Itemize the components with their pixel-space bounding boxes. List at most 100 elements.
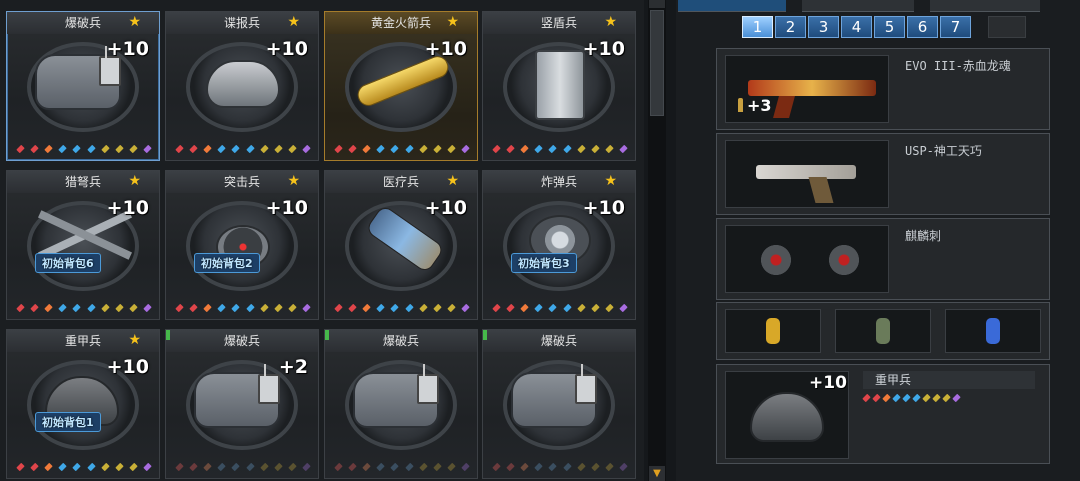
gem-icon <box>86 462 96 472</box>
class-card[interactable]: 爆破兵 <box>324 329 478 479</box>
scroll-up-button[interactable] <box>649 0 665 8</box>
gem-icon <box>520 144 529 154</box>
gem-icon <box>115 144 124 154</box>
gem-icon <box>58 462 68 472</box>
class-card-title: 爆破兵 <box>483 330 635 352</box>
gem-icon <box>492 144 501 154</box>
gem-row <box>175 462 311 472</box>
tab-loadout[interactable] <box>678 0 786 12</box>
page-button[interactable]: 4 <box>841 16 872 38</box>
gem-icon <box>100 303 110 313</box>
star-icon: ★ <box>128 332 141 348</box>
class-grid: 爆破兵 ★ +10 谍报兵 ★ +10 黄金火箭兵 ★ +10 竖盾兵 ★ +10 猎弩兵 ★ +10 初始背… <box>0 0 644 481</box>
gem-icon <box>288 303 297 313</box>
page-button[interactable]: 3 <box>808 16 839 38</box>
class-card[interactable]: 竖盾兵 ★ +10 <box>482 11 636 161</box>
gem-icon <box>203 462 212 472</box>
melee-weapon-slot[interactable]: 麒麟刺 <box>716 218 1050 300</box>
upgrade-level: +10 <box>265 197 308 219</box>
star-icon: ★ <box>128 173 141 189</box>
secondary-weapon-name: USP-神工天巧 <box>905 144 982 158</box>
gem-icon <box>942 393 951 403</box>
gem-icon <box>619 462 628 472</box>
gem-icon <box>259 144 269 154</box>
new-flag <box>166 330 170 340</box>
class-card[interactable]: 突击兵 ★ +10 初始背包2 <box>165 170 319 320</box>
starter-pack-badge: 初始背包3 <box>511 253 577 273</box>
gem-icon <box>143 144 152 154</box>
primary-weapon-slot[interactable]: +3 EVO III-赤血龙魂 <box>716 48 1050 130</box>
gem-icon <box>404 303 414 313</box>
new-flag <box>325 330 329 340</box>
gem-icon <box>591 462 600 472</box>
gem-icon <box>30 462 39 472</box>
gem-icon <box>548 144 558 154</box>
class-card[interactable]: 炸弹兵 ★ +10 初始背包3 <box>482 170 636 320</box>
gem-icon <box>433 144 442 154</box>
tab-weapons[interactable] <box>802 0 914 12</box>
class-card[interactable]: 爆破兵 <box>482 329 636 479</box>
gem-icon <box>418 462 428 472</box>
gem-icon <box>433 303 442 313</box>
gem-icon <box>619 303 628 313</box>
scroll-down-button[interactable]: ▼ <box>649 466 665 481</box>
gem-icon <box>175 462 184 472</box>
gem-icon <box>129 303 138 313</box>
page-arrows[interactable] <box>988 16 1026 38</box>
page-button[interactable]: 7 <box>940 16 971 38</box>
star-icon: ★ <box>604 14 617 30</box>
gem-icon <box>72 303 82 313</box>
class-card[interactable]: 爆破兵 +2 <box>165 329 319 479</box>
radio-icon <box>575 364 597 404</box>
class-card[interactable]: 重甲兵 ★ +10 初始背包1 <box>6 329 160 479</box>
gem-icon <box>576 303 586 313</box>
tab-settings[interactable] <box>930 0 1040 12</box>
gem-icon <box>362 144 371 154</box>
gem-icon <box>433 462 442 472</box>
gem-icon <box>259 303 269 313</box>
gem-icon <box>404 144 414 154</box>
gem-row <box>175 144 311 154</box>
class-card[interactable]: 谍报兵 ★ +10 <box>165 11 319 161</box>
throwable-slot-2[interactable] <box>835 309 931 353</box>
class-card[interactable]: 黄金火箭兵 ★ +10 <box>324 11 478 161</box>
gem-icon <box>217 303 227 313</box>
gem-icon <box>231 144 241 154</box>
gem-icon <box>72 462 82 472</box>
throwable-slot-1[interactable] <box>725 309 821 353</box>
gem-icon <box>100 462 110 472</box>
gem-icon <box>447 144 456 154</box>
throwables-slot <box>716 302 1050 360</box>
gem-row <box>16 303 152 313</box>
gem-icon <box>217 144 227 154</box>
gem-icon <box>376 462 386 472</box>
upgrade-level: +10 <box>106 197 149 219</box>
gem-icon <box>591 144 600 154</box>
gem-icon <box>892 393 901 403</box>
page-button[interactable]: 2 <box>775 16 806 38</box>
gem-icon <box>245 303 255 313</box>
secondary-weapon-slot[interactable]: USP-神工天巧 <box>716 133 1050 215</box>
page-button[interactable]: 5 <box>874 16 905 38</box>
upgrade-level: +10 <box>582 38 625 60</box>
game-window: 爆破兵 ★ +10 谍报兵 ★ +10 黄金火箭兵 ★ +10 竖盾兵 ★ +10 猎弩兵 ★ +10 初始背… <box>0 0 1080 481</box>
gem-icon <box>376 303 386 313</box>
gem-icon <box>932 393 941 403</box>
scroll-thumb[interactable] <box>650 10 664 116</box>
star-icon: ★ <box>287 173 300 189</box>
grid-scrollbar[interactable]: ▼ <box>648 0 666 481</box>
throwable-slot-3[interactable] <box>945 309 1041 353</box>
class-card[interactable]: 猎弩兵 ★ +10 初始背包6 <box>6 170 160 320</box>
character-class-slot[interactable]: +10 重甲兵 <box>716 364 1050 464</box>
class-card[interactable]: 爆破兵 ★ +10 <box>6 11 160 161</box>
gem-icon <box>16 144 25 154</box>
gem-icon <box>506 144 515 154</box>
upgrade-level: +10 <box>106 38 149 60</box>
gem-icon <box>129 462 138 472</box>
gem-icon <box>44 462 53 472</box>
gem-icon <box>872 393 881 403</box>
page-button[interactable]: 6 <box>907 16 938 38</box>
class-card[interactable]: 医疗兵 ★ +10 <box>324 170 478 320</box>
gem-icon <box>404 462 414 472</box>
page-button[interactable]: 1 <box>742 16 773 38</box>
